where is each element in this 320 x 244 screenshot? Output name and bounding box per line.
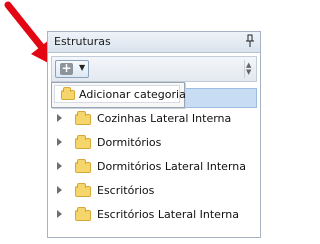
menu-item-add-category[interactable]: Adicionar categoria [54,85,186,103]
expand-icon[interactable] [57,162,62,170]
folder-icon [75,111,91,125]
panel-header: Estruturas [48,32,260,53]
menu-item-label: Adicionar categoria [79,88,186,101]
folder-icon [75,135,91,149]
tree-item-label: Escritórios Lateral Interna [97,208,239,221]
folder-icon [75,207,91,221]
structures-panel: Estruturas + ▼ ▲ ▼ Cozinhas Lateral Inte… [47,31,261,238]
tree-item-label: Dormitórios Lateral Interna [97,160,246,173]
folder-icon [75,159,91,173]
add-category-button[interactable]: + ▼ [55,60,89,78]
tree-item[interactable]: Escritórios Lateral Interna [53,205,258,229]
add-dropdown-menu: Adicionar categoria [51,82,186,108]
plus-icon: + [60,61,73,75]
tree-item-label: Dormitórios [97,136,162,149]
expand-icon[interactable] [57,210,62,218]
toolbar-overflow[interactable]: ▲ ▼ [244,60,254,78]
tree-item-label: Cozinhas Lateral Interna [97,112,232,125]
chevron-down-icon[interactable]: ▼ [79,63,85,72]
tree-item[interactable]: Dormitórios [53,133,258,157]
tree-item[interactable]: Escritórios [53,181,258,205]
panel-toolbar: + ▼ ▲ ▼ [51,56,257,82]
expand-icon[interactable] [57,138,62,146]
overflow-down-icon: ▼ [246,68,252,76]
pin-icon[interactable] [245,34,255,48]
tree-item[interactable]: Cozinhas Lateral Interna [53,109,258,133]
tree-item[interactable]: Dormitórios Lateral Interna [53,157,258,181]
panel-title: Estruturas [54,35,111,48]
category-tree: Cozinhas Lateral Interna Dormitórios Dor… [53,109,258,229]
folder-icon [61,87,75,100]
tree-item-label: Escritórios [97,184,155,197]
expand-icon[interactable] [57,186,62,194]
folder-icon [75,183,91,197]
expand-icon[interactable] [57,114,62,122]
